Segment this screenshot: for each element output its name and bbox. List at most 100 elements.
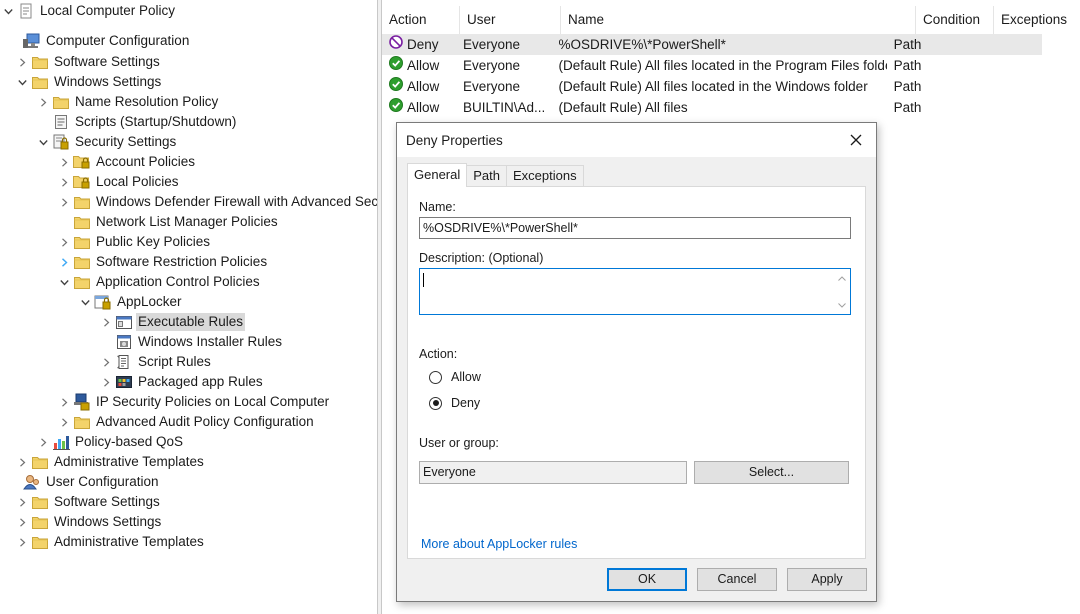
tree-item[interactable]: Windows Settings xyxy=(0,512,377,532)
collapsed-chevron-icon[interactable] xyxy=(16,452,28,472)
tree-item[interactable]: Administrative Templates xyxy=(0,532,377,552)
tree-item-label: Application Control Policies xyxy=(96,274,260,289)
select-button[interactable]: Select... xyxy=(694,461,849,484)
ok-button[interactable]: OK xyxy=(607,568,687,591)
tree-item[interactable]: Account Policies xyxy=(0,152,377,172)
table-row[interactable]: Allow BUILTIN\Ad... (Default Rule) All fil… xyxy=(382,97,1042,118)
tree-item[interactable]: Application Control Policies xyxy=(0,272,377,292)
allow-radio[interactable]: Allow xyxy=(429,370,481,384)
tree-item[interactable]: Scripts (Startup/Shutdown) xyxy=(0,112,377,132)
collapsed-chevron-icon[interactable] xyxy=(37,92,49,112)
scroll-up-icon[interactable] xyxy=(836,272,848,284)
cell-name: (Default Rule) All files located in the … xyxy=(552,76,887,97)
cancel-button[interactable]: Cancel xyxy=(697,568,777,591)
tree-item-label: AppLocker xyxy=(117,294,182,309)
collapsed-chevron-icon[interactable] xyxy=(16,532,28,552)
user-group-field: Everyone xyxy=(419,461,687,484)
table-row[interactable]: Allow Everyone (Default Rule) All files lo… xyxy=(382,76,1042,97)
tree-item[interactable]: AppLocker xyxy=(0,292,377,312)
expanded-chevron-icon[interactable] xyxy=(58,272,70,292)
scroll-down-icon[interactable] xyxy=(836,299,848,311)
more-about-applocker-link[interactable]: More about AppLocker rules xyxy=(421,537,577,551)
allow-radio-button[interactable] xyxy=(429,370,442,384)
name-label: Name: xyxy=(419,200,456,214)
column-exceptions[interactable]: Exceptions xyxy=(994,6,1080,34)
column-action[interactable]: Action xyxy=(382,6,460,34)
cell-action: Allow xyxy=(382,97,456,118)
expanded-chevron-icon[interactable] xyxy=(37,132,49,152)
tree-item[interactable]: Computer Configuration xyxy=(0,31,377,51)
tree-item[interactable]: Policy-based QoS xyxy=(0,432,377,452)
expanded-chevron-icon[interactable] xyxy=(16,72,28,92)
deny-radio-button[interactable] xyxy=(429,396,442,410)
tree-item[interactable]: Windows Settings xyxy=(0,72,377,92)
cell-user: Everyone xyxy=(456,55,552,76)
collapsed-chevron-icon[interactable] xyxy=(100,372,112,392)
close-button[interactable] xyxy=(836,123,876,157)
tree-item[interactable]: Local Policies xyxy=(0,172,377,192)
tree-item-label: Packaged app Rules xyxy=(138,374,263,389)
collapsed-chevron-icon[interactable] xyxy=(58,232,70,252)
tree-item-label: Advanced Audit Policy Configuration xyxy=(96,414,314,429)
folder-icon xyxy=(73,193,91,211)
tab-general[interactable]: General xyxy=(407,163,468,187)
tree-item[interactable]: Software Restriction Policies xyxy=(0,252,377,272)
tree-item[interactable]: Packaged app Rules xyxy=(0,372,377,392)
table-row[interactable]: Deny Everyone %OSDRIVE%\*PowerShell* Path xyxy=(382,34,1042,55)
collapsed-chevron-icon[interactable] xyxy=(16,512,28,532)
collapsed-chevron-icon[interactable] xyxy=(16,492,28,512)
tree-item[interactable]: Windows Defender Firewall with Advanced … xyxy=(0,192,377,212)
tab-exceptions[interactable]: Exceptions xyxy=(506,165,584,187)
cell-action: Deny xyxy=(382,34,456,55)
collapsed-chevron-icon[interactable] xyxy=(58,172,70,192)
computer-icon xyxy=(23,32,41,50)
dialog-titlebar[interactable]: Deny Properties xyxy=(397,123,876,157)
tree-item[interactable]: Software Settings xyxy=(0,52,377,72)
deny-radio[interactable]: Deny xyxy=(429,396,480,410)
tree-item-label: Administrative Templates xyxy=(54,534,204,549)
tree-item-label: Administrative Templates xyxy=(54,454,204,469)
tree-item[interactable]: Administrative Templates xyxy=(0,452,377,472)
tree-item-label: Script Rules xyxy=(138,354,211,369)
description-field[interactable] xyxy=(419,268,851,315)
collapsed-chevron-icon[interactable] xyxy=(37,432,49,452)
column-condition[interactable]: Condition xyxy=(916,6,994,34)
expanded-chevron-icon[interactable] xyxy=(2,1,14,21)
tree-item[interactable]: Advanced Audit Policy Configuration xyxy=(0,412,377,432)
column-user[interactable]: User xyxy=(460,6,561,34)
tree-item[interactable]: Public Key Policies xyxy=(0,232,377,252)
cell-exceptions xyxy=(961,55,1042,76)
column-name[interactable]: Name xyxy=(561,6,916,34)
cell-condition: Path xyxy=(887,97,961,118)
apply-button[interactable]: Apply xyxy=(787,568,867,591)
tree-item[interactable]: Local Computer Policy xyxy=(0,1,377,21)
collapsed-chevron-icon[interactable] xyxy=(100,312,112,332)
tree-item[interactable]: Software Settings xyxy=(0,492,377,512)
tree-item-label: Scripts (Startup/Shutdown) xyxy=(75,114,237,129)
tree-item[interactable]: IP Security Policies on Local Computer xyxy=(0,392,377,412)
tree-item[interactable]: User Configuration xyxy=(0,472,377,492)
collapsed-chevron-icon[interactable] xyxy=(58,192,70,212)
tree-item[interactable]: Executable Rules xyxy=(0,312,377,332)
cell-name: (Default Rule) All files xyxy=(552,97,887,118)
cell-user: Everyone xyxy=(456,34,552,55)
collapsed-chevron-icon[interactable] xyxy=(58,412,70,432)
tree-item[interactable]: Security Settings xyxy=(0,132,377,152)
collapsed-chevron-icon[interactable] xyxy=(16,52,28,72)
tree-item[interactable]: Script Rules xyxy=(0,352,377,372)
cell-condition: Path xyxy=(887,76,961,97)
collapsed-chevron-icon[interactable] xyxy=(58,252,70,272)
table-row[interactable]: Allow Everyone (Default Rule) All files lo… xyxy=(382,55,1042,76)
tab-path[interactable]: Path xyxy=(466,165,507,187)
collapsed-chevron-icon[interactable] xyxy=(58,392,70,412)
tree-item[interactable]: Network List Manager Policies xyxy=(0,212,377,232)
expanded-chevron-icon[interactable] xyxy=(79,292,91,312)
name-field[interactable]: %OSDRIVE%\*PowerShell* xyxy=(419,217,851,239)
collapsed-chevron-icon[interactable] xyxy=(58,152,70,172)
action-label: Action: xyxy=(419,347,458,361)
tree-item[interactable]: Name Resolution Policy xyxy=(0,92,377,112)
console-tree[interactable]: Local Computer Policy Computer Configurat… xyxy=(0,0,377,614)
tree-item[interactable]: Windows Installer Rules xyxy=(0,332,377,352)
collapsed-chevron-icon[interactable] xyxy=(100,352,112,372)
folder-lock-icon xyxy=(73,153,91,171)
